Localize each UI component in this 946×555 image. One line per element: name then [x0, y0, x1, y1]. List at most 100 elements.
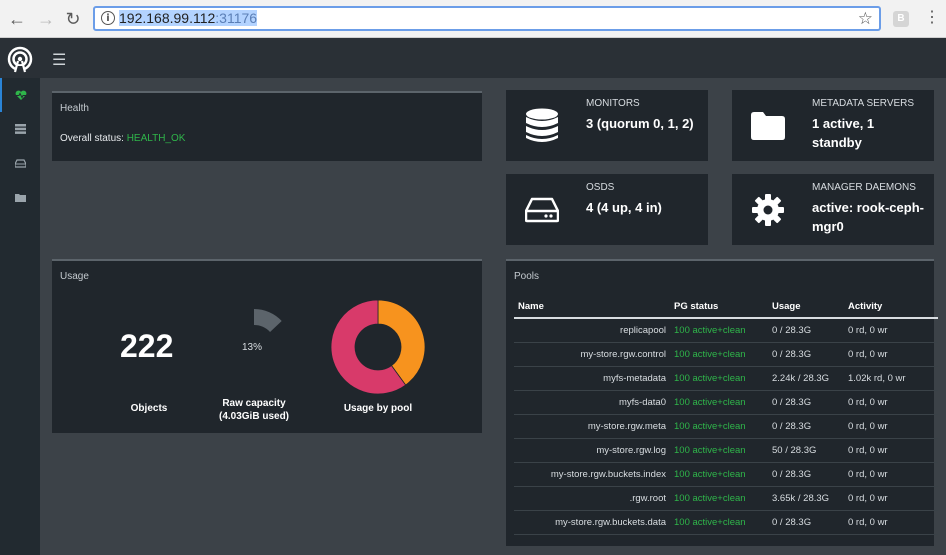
table-row[interactable]: my-store.rgw.meta 100 active+clean 0 / 28.…: [514, 414, 938, 439]
gear-icon: [751, 193, 784, 226]
health-icon: [15, 90, 27, 100]
table-row[interactable]: .rgw.root 100 active+clean 3.65k / 28.3G 0 …: [514, 486, 938, 511]
raw-capacity-label-line2: (4.03GiB used): [218, 411, 290, 422]
database-icon: [525, 108, 558, 142]
col-activity-header[interactable]: Activity: [844, 295, 938, 319]
pool-name-cell: myfs-metadata: [514, 366, 670, 391]
health-status-label: Overall status:: [60, 133, 124, 144]
sidebar-item-osds[interactable]: [0, 146, 40, 180]
usage-title: Usage: [60, 271, 89, 282]
monitors-icon-box: [506, 90, 577, 161]
pg-status-cell: 100 active+clean: [670, 390, 768, 415]
pg-status-cell: 100 active+clean: [670, 438, 768, 463]
metadata-servers-card[interactable]: METADATA SERVERS 1 active, 1 standby: [732, 90, 934, 161]
pg-status-cell: 100 active+clean: [670, 318, 768, 343]
table-row[interactable]: my-store.rgw.buckets.data 100 active+clea…: [514, 510, 938, 535]
objects-label: Objects: [130, 403, 168, 414]
url-text: 192.168.99.112:31176: [119, 10, 258, 26]
osds-card[interactable]: OSDS 4 (4 up, 4 in): [506, 174, 708, 245]
health-status-value: HEALTH_OK: [126, 133, 186, 144]
table-row[interactable]: replicapool 100 active+clean 0 / 28.3G 0 rd…: [514, 318, 938, 343]
metadata-icon-box: [732, 90, 803, 161]
activity-cell: 0 rd, 0 wr: [844, 318, 938, 343]
table-row[interactable]: my-store.rgw.buckets.index 100 active+cle…: [514, 462, 938, 487]
pool-name-cell: myfs-data0: [514, 390, 670, 415]
pool-name-cell: replicapool: [514, 318, 670, 343]
table-row[interactable]: my-store.rgw.log 100 active+clean 50 / 28.…: [514, 438, 938, 463]
pg-status-cell: 100 active+clean: [670, 366, 768, 391]
info-icon[interactable]: i: [101, 11, 115, 25]
browser-menu-icon[interactable]: ⋮: [924, 8, 940, 28]
col-usage-header[interactable]: Usage: [768, 295, 844, 319]
pg-status-cell: 100 active+clean: [670, 510, 768, 535]
monitors-card[interactable]: MONITORS 3 (quorum 0, 1, 2): [506, 90, 708, 161]
usage-cell: 0 / 28.3G: [768, 414, 844, 439]
activity-cell: 1.02k rd, 0 wr: [844, 366, 938, 391]
usage-cell: 0 / 28.3G: [768, 510, 844, 535]
usage-card: Usage 222 Objects 13% Raw capacity (4.03…: [52, 259, 482, 433]
metadata-value-line1: 1 active, 1: [812, 116, 875, 131]
drive-icon: [14, 158, 26, 168]
servers-icon: [14, 124, 26, 134]
manager-value-line1: active: rook-ceph-: [812, 200, 924, 215]
reload-icon[interactable]: ↻: [63, 9, 83, 29]
pg-status-cell: 100 active+clean: [670, 486, 768, 511]
manager-value: active: rook-ceph-mgr0: [812, 198, 930, 236]
usage-cell: 50 / 28.3G: [768, 438, 844, 463]
objects-count: 222: [120, 328, 174, 364]
back-arrow-icon[interactable]: ←: [7, 9, 27, 29]
pg-status-cell: 100 active+clean: [670, 462, 768, 487]
usage-cell: 0 / 28.3G: [768, 390, 844, 415]
pool-name-cell: .rgw.root: [514, 486, 670, 511]
pools-card: Pools Name PG status Usage Activity repl…: [506, 259, 938, 546]
table-row[interactable]: my-store.rgw.control 100 active+clean 0 / …: [514, 342, 938, 367]
address-bar[interactable]: i 192.168.99.112:31176 ☆: [93, 6, 881, 31]
metadata-value-line2: standby: [812, 135, 862, 150]
forward-arrow-icon[interactable]: →: [36, 9, 56, 29]
pool-name-cell: my-store.rgw.meta: [514, 414, 670, 439]
url-host: 192.168.99.112: [119, 10, 216, 26]
pg-status-cell: 100 active+clean: [670, 414, 768, 439]
manager-icon-box: [732, 174, 803, 245]
sidebar-item-health[interactable]: [0, 78, 40, 112]
manager-daemons-card[interactable]: MANAGER DAEMONS active: rook-ceph-mgr0: [732, 174, 934, 245]
folder-icon: [14, 193, 26, 202]
usage-cell: 2.24k / 28.3G: [768, 366, 844, 391]
pool-name-cell: my-store.rgw.buckets.index: [514, 462, 670, 487]
raw-capacity-arc: [254, 309, 282, 332]
ceph-logo-icon[interactable]: [6, 46, 34, 74]
activity-cell: 0 rd, 0 wr: [844, 342, 938, 367]
metadata-label: METADATA SERVERS: [812, 98, 915, 109]
sidebar: [0, 78, 40, 555]
health-card: Health Overall status: HEALTH_OK: [52, 91, 482, 161]
url-port: :31176: [215, 10, 258, 26]
usage-cell: 0 / 28.3G: [768, 318, 844, 343]
activity-cell: 0 rd, 0 wr: [844, 390, 938, 415]
manager-value-line2: mgr0: [812, 219, 844, 234]
monitors-label: MONITORS: [586, 98, 640, 109]
sidebar-item-servers[interactable]: [0, 112, 40, 146]
table-row[interactable]: myfs-metadata 100 active+clean 2.24k / 28.…: [514, 366, 938, 391]
osds-value: 4 (4 up, 4 in): [586, 200, 662, 215]
usage-by-pool-label: Usage by pool: [343, 403, 413, 414]
col-name-header[interactable]: Name: [514, 295, 670, 319]
browser-toolbar: ← → ↻ i 192.168.99.112:31176 ☆ B ⋮: [0, 0, 946, 38]
health-title: Health: [60, 103, 89, 114]
pool-name-cell: my-store.rgw.control: [514, 342, 670, 367]
hamburger-menu-icon[interactable]: ☰: [52, 50, 66, 70]
usage-by-pool-donut: [330, 299, 426, 395]
table-row[interactable]: myfs-data0 100 active+clean 0 / 28.3G 0 rd,…: [514, 390, 938, 415]
osds-icon-box: [506, 174, 577, 245]
activity-cell: 0 rd, 0 wr: [844, 462, 938, 487]
activity-cell: 0 rd, 0 wr: [844, 510, 938, 535]
activity-cell: 0 rd, 0 wr: [844, 438, 938, 463]
activity-cell: 0 rd, 0 wr: [844, 486, 938, 511]
sidebar-item-filesystems[interactable]: [0, 180, 40, 214]
col-pg-header[interactable]: PG status: [670, 295, 768, 319]
manager-label: MANAGER DAEMONS: [812, 182, 916, 193]
extension-icon[interactable]: B: [893, 11, 909, 27]
bookmark-star-icon[interactable]: ☆: [858, 9, 873, 29]
pool-name-cell: my-store.rgw.buckets.data: [514, 510, 670, 535]
metadata-value: 1 active, 1 standby: [812, 114, 930, 152]
raw-capacity-percent: 13%: [242, 342, 263, 353]
